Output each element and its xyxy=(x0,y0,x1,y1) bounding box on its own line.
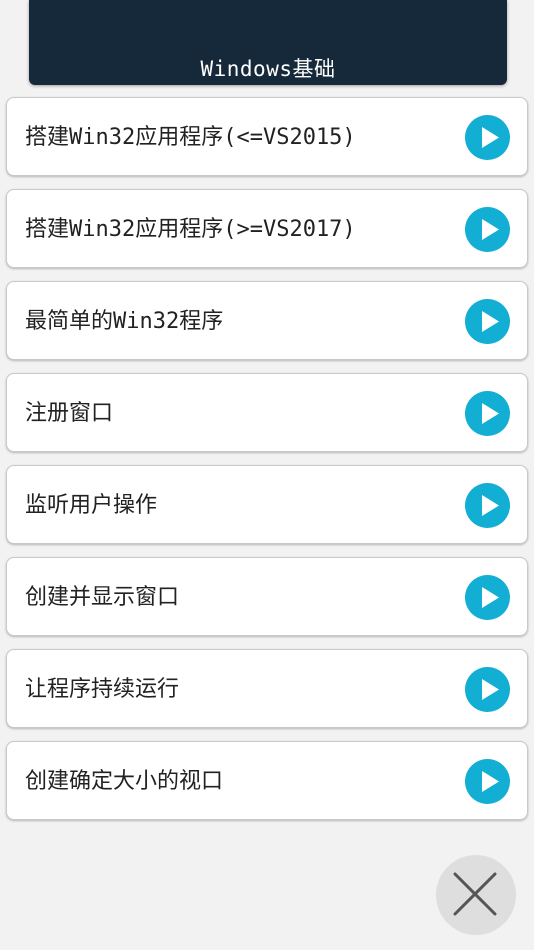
list-item-label: 创建并显示窗口 xyxy=(25,585,180,610)
play-icon[interactable] xyxy=(465,667,510,712)
list-item[interactable]: 最简单的Win32程序 xyxy=(6,281,528,360)
list-item-label: 搭建Win32应用程序(>=VS2017) xyxy=(25,217,356,242)
play-icon[interactable] xyxy=(465,483,510,528)
list-item[interactable]: 监听用户操作 xyxy=(6,465,528,544)
play-icon[interactable] xyxy=(465,299,510,344)
play-icon[interactable] xyxy=(465,759,510,804)
lesson-list: 搭建Win32应用程序(<=VS2015) 搭建Win32应用程序(>=VS20… xyxy=(6,97,530,833)
list-item-label: 注册窗口 xyxy=(25,401,114,426)
list-item-label: 让程序持续运行 xyxy=(25,677,180,702)
list-item[interactable]: 注册窗口 xyxy=(6,373,528,452)
play-icon[interactable] xyxy=(465,207,510,252)
list-item-label: 创建确定大小的视口 xyxy=(25,769,224,794)
list-item-label: 搭建Win32应用程序(<=VS2015) xyxy=(25,125,356,150)
list-item[interactable]: 让程序持续运行 xyxy=(6,649,528,728)
close-button[interactable] xyxy=(436,855,516,935)
list-item[interactable]: 搭建Win32应用程序(>=VS2017) xyxy=(6,189,528,268)
play-icon[interactable] xyxy=(465,115,510,160)
list-item[interactable]: 搭建Win32应用程序(<=VS2015) xyxy=(6,97,528,176)
list-item-label: 监听用户操作 xyxy=(25,493,158,518)
header-banner: Windows基础 xyxy=(29,0,507,85)
list-item[interactable]: 创建确定大小的视口 xyxy=(6,741,528,820)
play-icon[interactable] xyxy=(465,391,510,436)
close-icon xyxy=(453,872,497,916)
page-title: Windows基础 xyxy=(200,57,336,81)
list-item[interactable]: 创建并显示窗口 xyxy=(6,557,528,636)
play-icon[interactable] xyxy=(465,575,510,620)
list-item-label: 最简单的Win32程序 xyxy=(25,309,224,334)
